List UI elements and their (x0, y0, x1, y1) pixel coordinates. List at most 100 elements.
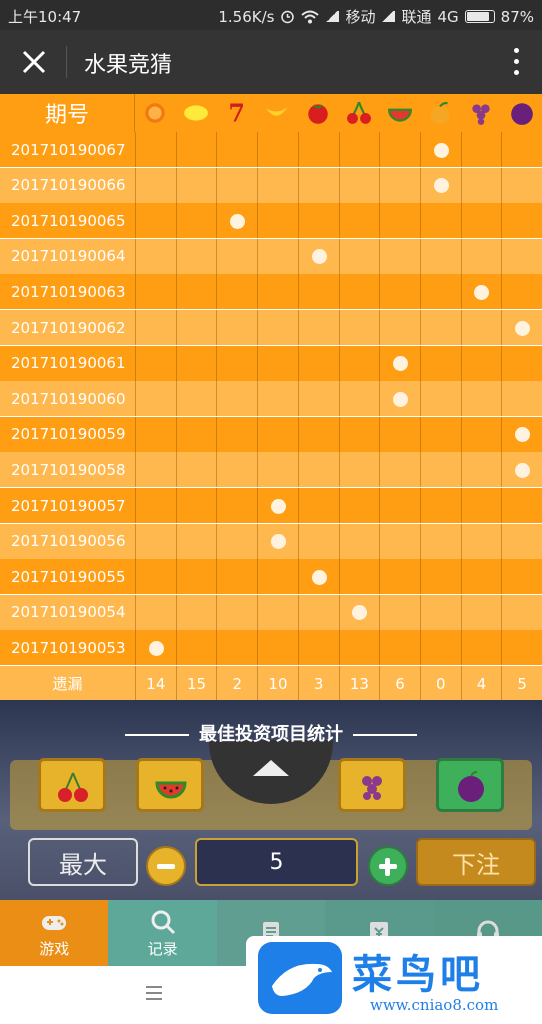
table-cell (135, 132, 176, 167)
hit-dot (148, 640, 164, 656)
table-cell (216, 203, 257, 239)
game-area: 最佳投资项目统计 最大 5 下注 (0, 700, 542, 900)
table-cell (501, 381, 542, 417)
table-cell (257, 523, 298, 559)
table-cell (379, 238, 420, 274)
period-number: 201710190057 (11, 496, 126, 515)
table-cell (419, 345, 461, 381)
table-row: 201710190061 (0, 345, 542, 381)
grape-icon (461, 94, 502, 132)
period-number: 201710190062 (11, 318, 126, 337)
table-cell (216, 238, 257, 274)
battery-percent: 87% (500, 7, 534, 26)
table-cell (135, 452, 176, 488)
miss-row: 遗漏 14 15 2 10 3 13 6 0 4 5 (0, 666, 542, 701)
period-number: 201710190058 (11, 460, 126, 479)
slot-grape[interactable] (338, 758, 406, 812)
signal-icon (381, 11, 396, 22)
table-cell (419, 167, 461, 203)
slot-cherry[interactable] (38, 758, 106, 812)
plum-icon (458, 771, 484, 802)
period-number: 201710190055 (11, 567, 126, 586)
table-cell (338, 630, 380, 666)
alarm-icon (281, 10, 295, 24)
table-cell (419, 274, 461, 310)
table-cell (501, 167, 542, 203)
quantity-field[interactable]: 5 (195, 838, 358, 886)
menu-icon[interactable] (146, 986, 162, 1004)
svg-text:7: 7 (228, 100, 245, 126)
table-cell (379, 488, 420, 523)
table-cell (297, 203, 339, 239)
hit-dot (515, 320, 531, 336)
table-cell (379, 523, 420, 559)
table-row: 201710190055 (0, 559, 542, 595)
miss-value: 6 (379, 666, 420, 701)
table-cell (175, 274, 217, 310)
table-row: 201710190059 (0, 416, 542, 452)
table-cell (501, 203, 542, 239)
miss-label: 遗漏 (52, 675, 83, 693)
tab-game[interactable]: 游戏 (0, 900, 109, 966)
close-icon[interactable] (20, 48, 48, 76)
max-button[interactable]: 最大 (28, 838, 138, 886)
table-cell (297, 167, 339, 203)
table-cell (175, 132, 217, 167)
minus-icon[interactable] (146, 846, 186, 886)
period-number: 201710190059 (11, 425, 126, 444)
table-cell (338, 238, 380, 274)
table-row: 201710190063 (0, 274, 542, 310)
table-cell (257, 559, 298, 595)
table-cell (379, 310, 420, 345)
watermark: 菜鸟吧 www.cniao8.com (246, 936, 542, 1020)
lemon-icon (176, 94, 217, 132)
search-icon (151, 910, 175, 934)
table-cell (460, 559, 502, 595)
table-cell (460, 594, 502, 630)
hit-dot (433, 142, 449, 158)
table-cell (460, 381, 502, 417)
table-cell (135, 274, 176, 310)
slot-plum[interactable] (436, 758, 504, 812)
table-cell (216, 523, 257, 559)
table-cell (216, 274, 257, 310)
hit-dot (515, 427, 531, 443)
table-cell (379, 167, 420, 203)
miss-value: 15 (175, 666, 217, 701)
table-cell (501, 310, 542, 345)
table-cell (257, 203, 298, 239)
table-cell (419, 488, 461, 523)
bet-button[interactable]: 下注 (416, 838, 536, 886)
table-cell (379, 381, 420, 417)
table-cell (419, 132, 461, 167)
table-cell (460, 416, 502, 452)
table-cell (216, 416, 257, 452)
table-row: 201710190054 (0, 594, 542, 630)
table-cell (175, 452, 217, 488)
more-vertical-icon[interactable] (514, 48, 520, 76)
status-bar: 上午10:47 1.56K/s 移动 联通 4G 87% (0, 0, 542, 30)
hit-dot (474, 284, 490, 300)
table-cell (419, 594, 461, 630)
table-cell (135, 523, 176, 559)
table-cell (175, 167, 217, 203)
table-row: 201710190060 (0, 381, 542, 417)
tab-records[interactable]: 记录 (108, 900, 217, 966)
table-cell (135, 488, 176, 523)
plus-icon[interactable] (368, 846, 408, 886)
table-cell (379, 452, 420, 488)
table-header: 期号 7 (0, 94, 542, 132)
slot-watermelon[interactable] (136, 758, 204, 812)
table-cell (216, 630, 257, 666)
table-cell (257, 238, 298, 274)
table-cell (297, 274, 339, 310)
table-cell (419, 310, 461, 345)
table-cell (257, 167, 298, 203)
table-cell (379, 274, 420, 310)
title-bar: 水果竞猜 (0, 30, 542, 94)
network-speed: 1.56K/s (218, 7, 275, 26)
table-cell (338, 345, 380, 381)
table-row: 201710190058 (0, 452, 542, 488)
table-cell (135, 345, 176, 381)
table-cell (216, 594, 257, 630)
